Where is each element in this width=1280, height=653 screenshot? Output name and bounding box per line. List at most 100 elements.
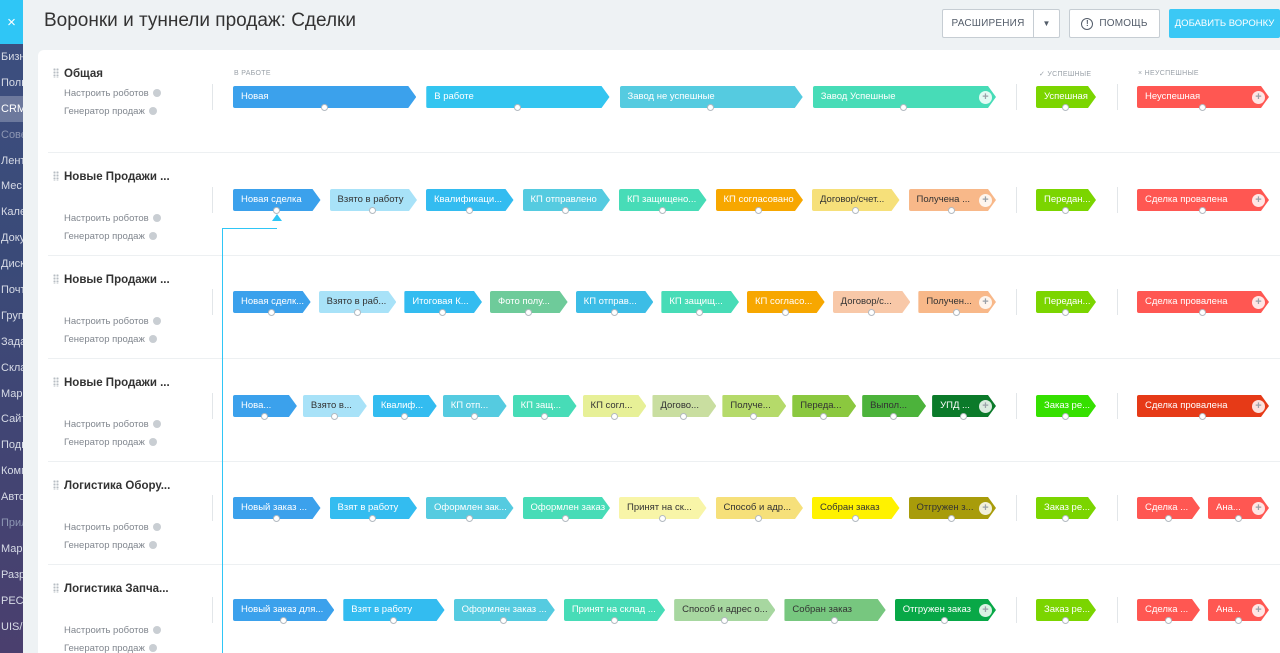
stage-connector-knob[interactable] (1234, 617, 1242, 624)
stage-connector-knob[interactable] (1062, 207, 1069, 214)
sidebar-item[interactable]: Сове (0, 122, 23, 148)
stage-connector-knob[interactable] (610, 413, 618, 420)
stage-connector-knob[interactable] (720, 617, 728, 624)
sidebar-item[interactable]: Поль (0, 70, 23, 96)
stage-connector-knob[interactable] (610, 617, 618, 624)
configure-robots-link[interactable]: Настроить роботов (64, 419, 161, 430)
stage-connector-knob[interactable] (1062, 515, 1069, 522)
add-funnel-button[interactable]: ДОБАВИТЬ ВОРОНКУ (1169, 9, 1280, 38)
stage-connector-knob[interactable] (1062, 617, 1069, 624)
sidebar-item[interactable]: Авто (0, 484, 23, 510)
stage-connector-knob[interactable] (1062, 309, 1069, 316)
extensions-button[interactable]: РАСШИРЕНИЯ ▼ (942, 9, 1060, 38)
stage-connector-knob[interactable] (330, 413, 338, 420)
drag-handle-icon[interactable] (53, 274, 59, 284)
add-stage-icon[interactable]: + (979, 399, 992, 413)
stage-connector-knob[interactable] (272, 207, 280, 214)
configure-robots-link[interactable]: Настроить роботов (64, 625, 161, 636)
stage-connector-knob[interactable] (465, 207, 473, 214)
stage-connector-knob[interactable] (867, 309, 875, 316)
add-stage-icon[interactable]: + (1252, 399, 1265, 413)
sidebar-item[interactable]: Лент (0, 148, 23, 174)
sidebar-item[interactable]: РЕСТ (0, 588, 23, 614)
sidebar-item[interactable]: Почт (0, 277, 23, 303)
stage-connector-knob[interactable] (831, 617, 839, 624)
chevron-down-icon[interactable]: ▼ (1033, 10, 1059, 37)
stage-connector-knob[interactable] (1062, 413, 1069, 420)
stage-connector-knob[interactable] (1062, 104, 1069, 111)
help-hint-icon[interactable] (148, 232, 157, 241)
add-stage-icon[interactable]: + (979, 90, 992, 104)
funnel-name[interactable]: Новые Продажи ... (64, 171, 170, 183)
sidebar-item[interactable]: Диск (0, 251, 23, 277)
add-stage-icon[interactable]: + (979, 603, 992, 617)
stage-connector-knob[interactable] (1199, 207, 1206, 214)
funnel-name[interactable]: Новые Продажи ... (64, 377, 170, 389)
stage-connector-knob[interactable] (658, 207, 666, 214)
stage-connector-knob[interactable] (960, 413, 968, 420)
help-button[interactable]: ! ПОМОЩЬ (1069, 9, 1160, 38)
help-hint-icon[interactable] (148, 438, 157, 447)
funnel-name[interactable]: Общая (64, 68, 103, 80)
configure-robots-link[interactable]: Настроить роботов (64, 88, 161, 99)
stage-connector-knob[interactable] (470, 413, 478, 420)
sales-generator-link[interactable]: Генератор продаж (64, 231, 157, 242)
add-stage-icon[interactable]: + (1252, 603, 1265, 617)
sidebar-item[interactable]: Груп (0, 303, 23, 329)
add-stage-icon[interactable]: + (1252, 90, 1265, 104)
help-hint-icon[interactable] (152, 214, 161, 223)
help-hint-icon[interactable] (148, 107, 157, 116)
help-hint-icon[interactable] (152, 626, 161, 635)
sales-generator-link[interactable]: Генератор продаж (64, 540, 157, 551)
sales-generator-link[interactable]: Генератор продаж (64, 643, 157, 653)
sidebar-item[interactable]: Разр (0, 562, 23, 588)
add-stage-icon[interactable]: + (979, 501, 992, 515)
add-stage-icon[interactable]: + (1252, 193, 1265, 207)
add-stage-icon[interactable]: + (1252, 295, 1265, 309)
stage-connector-knob[interactable] (465, 515, 473, 522)
help-hint-icon[interactable] (152, 523, 161, 532)
funnel-name[interactable]: Логистика Запча... (64, 583, 169, 595)
stage-connector-knob[interactable] (1234, 515, 1242, 522)
stage-connector-knob[interactable] (851, 207, 859, 214)
help-hint-icon[interactable] (152, 89, 161, 98)
sidebar-item[interactable]: Комп (0, 458, 23, 484)
stage-connector-knob[interactable] (781, 309, 789, 316)
stage-connector-knob[interactable] (353, 309, 361, 316)
stage-connector-knob[interactable] (513, 104, 521, 111)
sidebar-item[interactable]: Мес (0, 173, 23, 199)
stage-connector-knob[interactable] (540, 413, 548, 420)
stage-connector-knob[interactable] (851, 515, 859, 522)
stage-connector-knob[interactable] (320, 104, 328, 111)
stage-connector-knob[interactable] (658, 515, 666, 522)
drag-handle-icon[interactable] (53, 68, 59, 78)
drag-handle-icon[interactable] (53, 171, 59, 181)
drag-handle-icon[interactable] (53, 377, 59, 387)
sidebar-item[interactable]: CRM (0, 95, 23, 122)
stage-connector-knob[interactable] (1199, 309, 1206, 316)
sidebar-item[interactable]: Скла (0, 355, 23, 381)
sidebar-item[interactable]: Бизн (0, 44, 23, 70)
help-hint-icon[interactable] (152, 420, 161, 429)
stage-connector-knob[interactable] (1164, 617, 1172, 624)
sidebar-item[interactable]: Мар (0, 381, 23, 407)
configure-robots-link[interactable]: Настроить роботов (64, 316, 161, 327)
sales-generator-link[interactable]: Генератор продаж (64, 106, 157, 117)
stage-connector-knob[interactable] (389, 617, 397, 624)
drag-handle-icon[interactable] (53, 583, 59, 593)
stage-connector-knob[interactable] (610, 309, 618, 316)
sidebar-item[interactable]: Мар (0, 536, 23, 562)
configure-robots-link[interactable]: Настроить роботов (64, 522, 161, 533)
stage-connector-knob[interactable] (1164, 515, 1172, 522)
stage-connector-knob[interactable] (524, 309, 532, 316)
sales-generator-link[interactable]: Генератор продаж (64, 334, 157, 345)
sidebar-item[interactable]: Доку (0, 225, 23, 251)
stage-connector-knob[interactable] (267, 309, 275, 316)
sidebar-item[interactable]: Прил (0, 510, 23, 536)
stage-connector-knob[interactable] (279, 617, 287, 624)
help-hint-icon[interactable] (148, 541, 157, 550)
sidebar-item[interactable]: UIS/ (0, 614, 23, 640)
funnel-name[interactable]: Логистика Обору... (64, 480, 170, 492)
sidebar-item[interactable]: Сайт (0, 406, 23, 432)
add-stage-icon[interactable]: + (979, 193, 992, 207)
